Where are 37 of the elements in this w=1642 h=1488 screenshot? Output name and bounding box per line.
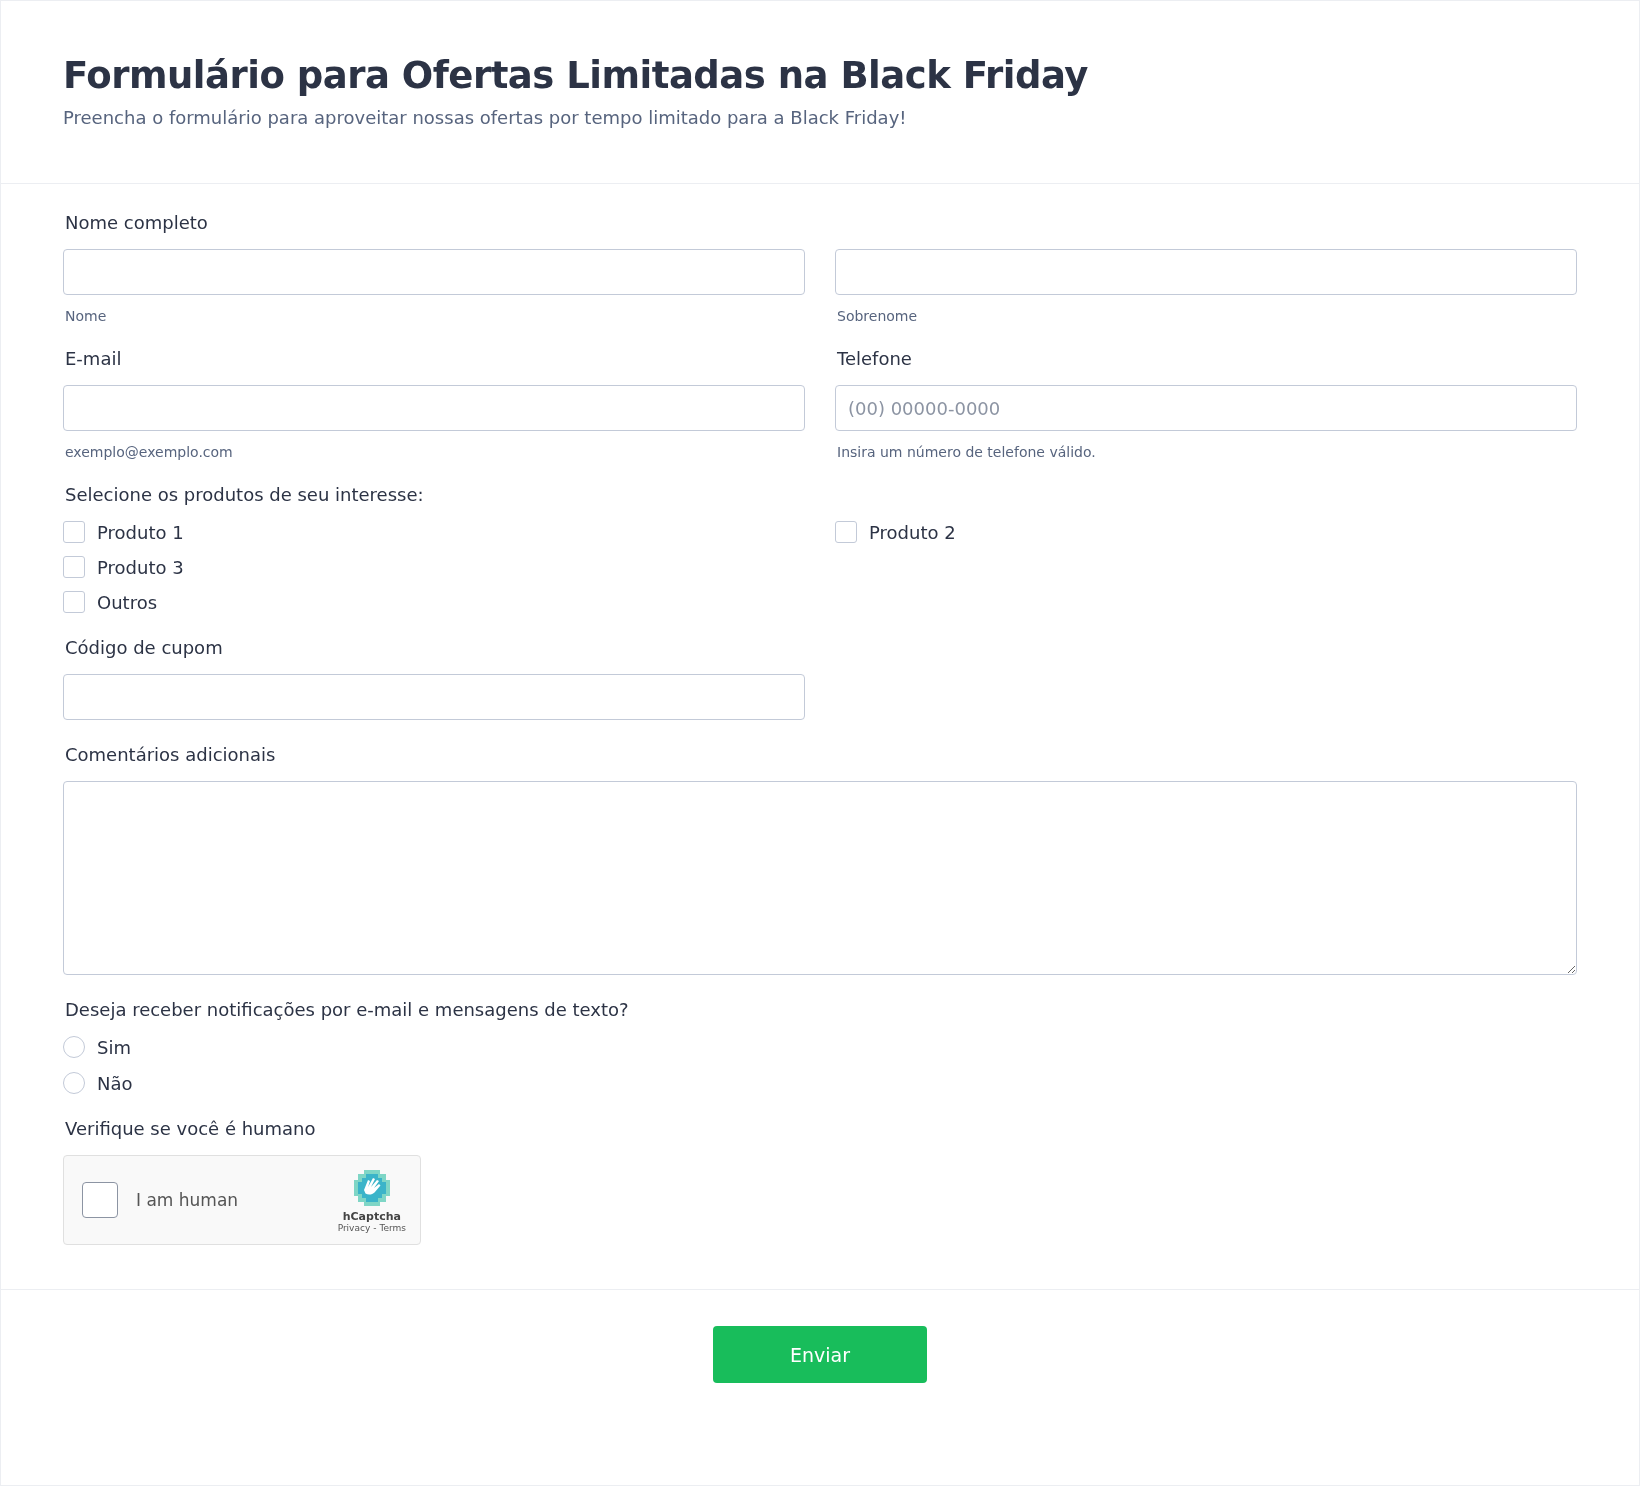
textarea-field[interactable]: [63, 781, 1577, 975]
field-sublabel: exemplo@exemplo.com: [65, 444, 234, 460]
hand-icon: [351, 1167, 392, 1208]
checkbox-label: Outros: [97, 591, 158, 613]
field-label: Comentários adicionais: [65, 744, 277, 765]
field-label: Nome completo: [65, 212, 209, 233]
checkbox[interactable]: [835, 521, 857, 543]
field-label: Verifique se você é humano: [65, 1118, 317, 1139]
checkbox[interactable]: [63, 521, 85, 543]
text-input-field[interactable]: [835, 249, 1577, 295]
field-label: Selecione os produtos de seu interesse:: [65, 484, 425, 505]
captcha-checkbox[interactable]: [82, 1182, 118, 1218]
text-input-field[interactable]: [63, 674, 805, 720]
field-label: Código de cupom: [65, 637, 224, 658]
text-input-field[interactable]: (00) 00000-0000: [835, 385, 1577, 431]
privacy-link[interactable]: Privacy: [337, 1222, 371, 1233]
checkbox[interactable]: [63, 556, 85, 578]
checkbox[interactable]: [63, 591, 85, 613]
field-sublabel: Insira um número de telefone válido.: [837, 444, 1097, 460]
text-input-field[interactable]: [63, 249, 805, 295]
form-subtitle: Preencha o formulário para aproveitar nossas ofertas por tempo limitado para a Black Friday!: [63, 107, 908, 128]
checkbox-label: Produto 2: [869, 521, 956, 543]
radio-label: Sim: [97, 1036, 131, 1058]
field-label: Telefone: [837, 348, 913, 369]
captcha-label: I am human: [136, 1190, 240, 1210]
field-sublabel: Sobrenome: [837, 308, 919, 324]
captcha-brand: hCaptcha: [342, 1209, 401, 1223]
checkbox-label: Produto 3: [97, 556, 184, 578]
link-separator: -: [373, 1222, 377, 1233]
field-label: Deseja receber notificações por e-mail e mensagens de texto?: [65, 999, 630, 1020]
checkbox-label: Produto 1: [97, 521, 184, 543]
terms-link[interactable]: Terms: [379, 1222, 406, 1233]
field-label: E-mail: [65, 348, 123, 369]
field-sublabel: Nome: [65, 308, 108, 324]
form-title: Formulário para Ofertas Limitadas na Black Friday: [63, 53, 1089, 99]
radio-label: Não: [97, 1072, 133, 1094]
text-input-field[interactable]: [63, 385, 805, 431]
